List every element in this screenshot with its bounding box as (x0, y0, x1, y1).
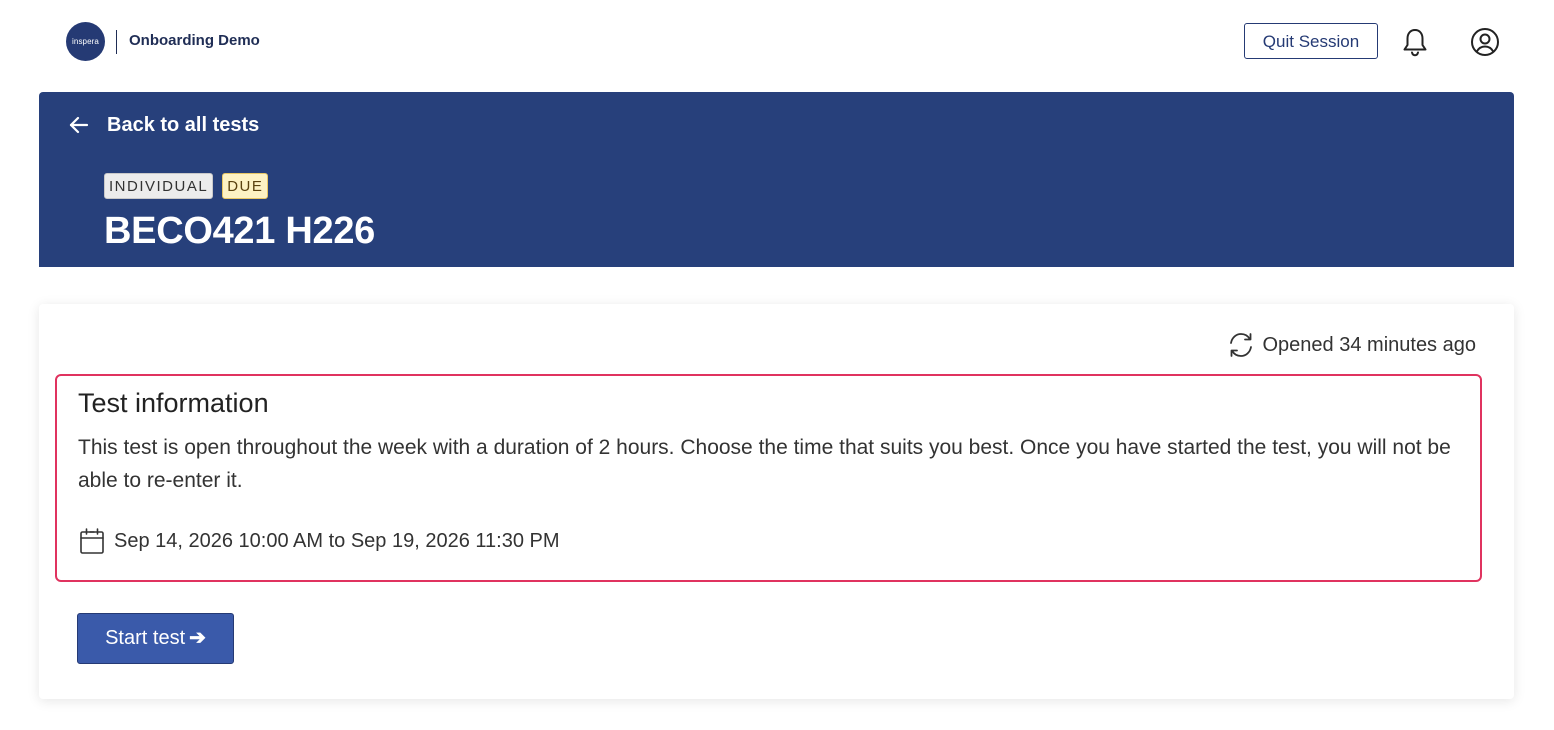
top-header: inspera Onboarding Demo Quit Session (0, 0, 1554, 86)
test-details-card: Opened 34 minutes ago Test information T… (39, 304, 1514, 699)
bell-icon[interactable] (1401, 27, 1429, 57)
start-test-button[interactable]: Start test ➔ (77, 613, 234, 664)
individual-badge: INDIVIDUAL (104, 173, 214, 199)
test-information-section: Test information This test is open throu… (55, 374, 1482, 582)
back-link-label: Back to all tests (107, 113, 260, 136)
opened-text: Opened 34 minutes ago (1262, 333, 1477, 356)
due-status-badge: DUE (222, 173, 269, 199)
page: inspera Onboarding Demo Quit Session Bac… (0, 0, 1554, 730)
inspera-logo[interactable]: inspera (66, 22, 105, 61)
arrow-right-icon: ➔ (189, 627, 206, 649)
test-information-heading: Test information (78, 388, 269, 418)
quit-session-button[interactable]: Quit Session (1244, 23, 1378, 59)
test-hero-banner: Back to all tests INDIVIDUAL DUE BECO421… (39, 92, 1514, 267)
brand-divider (116, 30, 117, 54)
user-icon[interactable] (1470, 27, 1500, 57)
test-description: This test is open throughout the week wi… (78, 436, 1451, 492)
test-title: BECO421 H226 (104, 210, 375, 252)
test-date-range: Sep 14, 2026 10:00 AM to Sep 19, 2026 11… (79, 527, 560, 555)
back-to-tests-link[interactable]: Back to all tests (67, 112, 259, 138)
calendar-icon (80, 528, 104, 554)
opened-status: Opened 34 minutes ago (1226, 330, 1477, 360)
start-test-label: Start test (105, 627, 186, 649)
test-badges: INDIVIDUAL DUE (104, 173, 269, 199)
refresh-icon (1229, 333, 1252, 357)
date-range-text: Sep 14, 2026 10:00 AM to Sep 19, 2026 11… (114, 529, 560, 552)
arrow-left-icon (69, 116, 89, 134)
brand-name: Onboarding Demo (129, 32, 260, 49)
